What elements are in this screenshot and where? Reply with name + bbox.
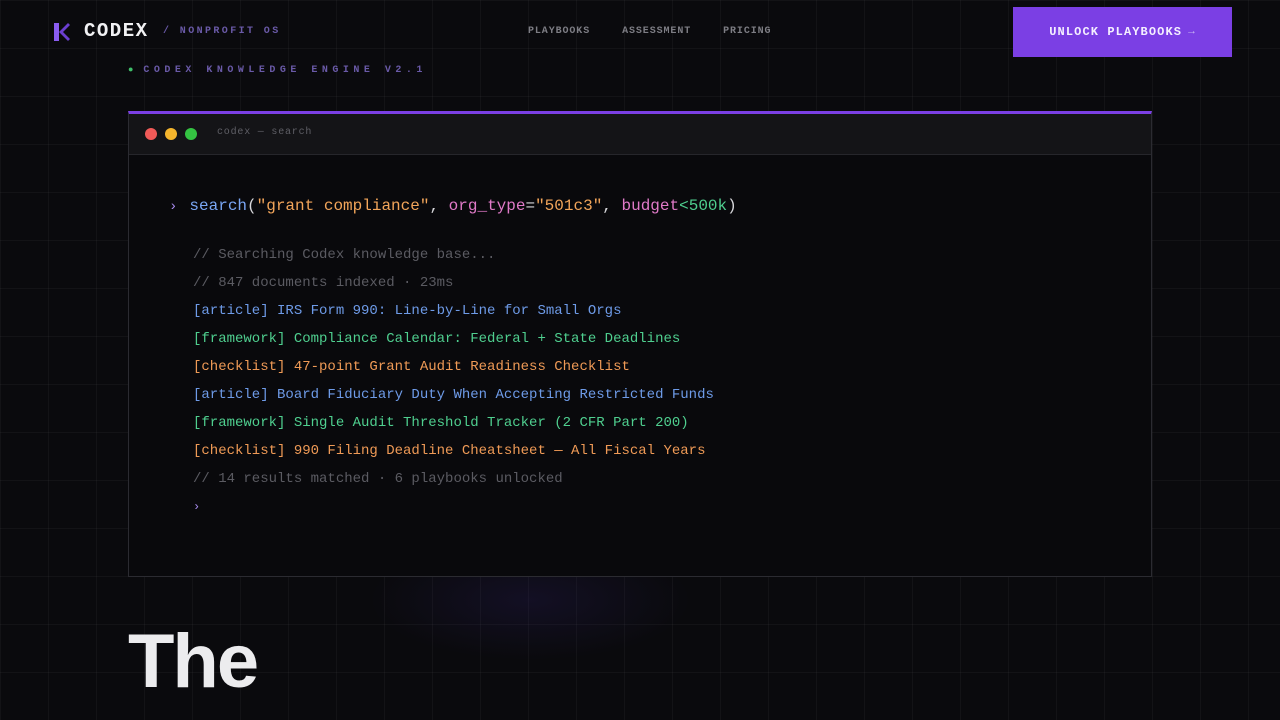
hero-heading: The xyxy=(128,619,259,704)
search-results: // Searching Codex knowledge base... // … xyxy=(193,245,714,525)
nav-link-assessment[interactable]: ASSESSMENT xyxy=(622,26,691,37)
output-comment: // 847 documents indexed · 23ms xyxy=(193,275,454,291)
result-framework[interactable]: [framework] Compliance Calendar: Federal… xyxy=(193,329,714,357)
maximize-window-icon[interactable] xyxy=(185,128,197,140)
result-checklist[interactable]: [checklist] 990 Filing Deadline Cheatshe… xyxy=(193,441,714,469)
command-keyword-org-type: org_type xyxy=(448,197,526,215)
codex-logo-icon[interactable] xyxy=(54,23,70,41)
result-article[interactable]: [article] Board Fiduciary Duty When Acce… xyxy=(193,385,714,413)
unlock-playbooks-button[interactable]: UNLOCK PLAYBOOKS → xyxy=(1013,7,1232,57)
brand-name[interactable]: CODEX xyxy=(84,20,149,42)
close-window-icon[interactable] xyxy=(145,128,157,140)
brand-subtitle: / NONPROFIT OS xyxy=(163,26,281,37)
minimize-window-icon[interactable] xyxy=(165,128,177,140)
command-query-arg: "grant compliance" xyxy=(256,197,430,215)
nav-link-pricing[interactable]: PRICING xyxy=(723,26,771,37)
engine-version-label: ● CODEX KNOWLEDGE ENGINE V2.1 xyxy=(128,65,427,76)
arrow-right-icon: → xyxy=(1188,26,1196,38)
result-checklist[interactable]: [checklist] 47-point Grant Audit Readine… xyxy=(193,357,714,385)
hero-heading-line: The xyxy=(128,619,259,704)
command-org-type-value: "501c3" xyxy=(535,197,603,215)
prompt-icon: › xyxy=(169,199,178,215)
command-budget-value: <500k xyxy=(679,197,728,215)
result-article[interactable]: [article] IRS Form 990: Line-by-Line for… xyxy=(193,301,714,329)
terminal-title: codex — search xyxy=(217,127,313,138)
nav-links: PLAYBOOKS ASSESSMENT PRICING xyxy=(528,26,771,37)
output-summary: // 14 results matched · 6 playbooks unlo… xyxy=(193,471,563,487)
command-function: search xyxy=(189,197,248,215)
output-comment: // Searching Codex knowledge base... xyxy=(193,247,496,263)
status-dot-icon: ● xyxy=(128,65,134,75)
search-terminal: codex — search › search("grant compliance… xyxy=(128,111,1152,577)
terminal-titlebar: codex — search xyxy=(129,114,1151,155)
search-command: › search("grant compliance", org_type="50… xyxy=(169,197,737,215)
unlock-playbooks-label: UNLOCK PLAYBOOKS xyxy=(1049,25,1183,39)
result-framework[interactable]: [framework] Single Audit Threshold Track… xyxy=(193,413,714,441)
nav-link-playbooks[interactable]: PLAYBOOKS xyxy=(528,26,590,37)
input-prompt-icon[interactable]: › xyxy=(193,497,714,525)
top-nav: CODEX / NONPROFIT OS PLAYBOOKS ASSESSMEN… xyxy=(0,0,1280,62)
command-keyword-budget: budget xyxy=(621,197,680,215)
engine-version-text: CODEX KNOWLEDGE ENGINE V2.1 xyxy=(143,65,427,76)
